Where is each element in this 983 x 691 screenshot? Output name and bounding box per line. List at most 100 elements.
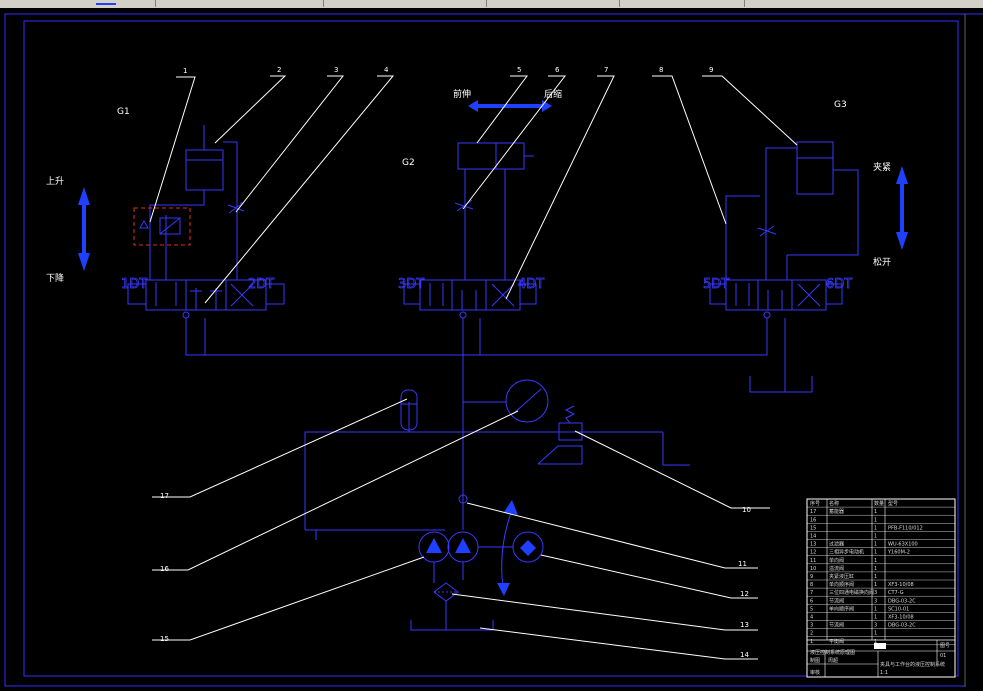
title-block-cell: 1 bbox=[874, 509, 877, 515]
pump-station bbox=[304, 379, 690, 631]
label-up: 上升 bbox=[46, 176, 64, 187]
title-block-cell: 7 bbox=[810, 590, 813, 596]
callout-6: 6 bbox=[555, 66, 560, 74]
label-release: 松开 bbox=[873, 256, 891, 268]
title-block-cell: 1 bbox=[874, 550, 877, 556]
label-1dt: 1DT bbox=[121, 277, 147, 292]
label-5dt: 5DT bbox=[703, 277, 729, 292]
label-6dt: 6DT bbox=[826, 277, 852, 292]
title-block-sign-1: 制图 bbox=[810, 657, 820, 664]
title-block-cell: 10 bbox=[810, 566, 816, 572]
title-block-cell: 13 bbox=[810, 542, 816, 548]
title-block-header-cell: 型号 bbox=[888, 500, 898, 507]
title-block-cell: 单向顺序阀 bbox=[829, 581, 854, 588]
title-block-header-cell: 序号 bbox=[810, 500, 820, 507]
g3-cylinder bbox=[796, 141, 834, 195]
label-g3: G3 bbox=[834, 100, 847, 110]
title-block-cell: 15 bbox=[810, 525, 816, 531]
title-block-cell: 8 bbox=[810, 582, 813, 588]
title-block-cell: 3 bbox=[874, 590, 877, 596]
title-block-cell: 1 bbox=[874, 517, 877, 523]
callout-17: 17 bbox=[160, 492, 169, 500]
callout-15: 15 bbox=[160, 635, 169, 643]
title-block-cell: 1 bbox=[810, 639, 813, 645]
callout-5: 5 bbox=[517, 66, 521, 74]
label-down: 下降 bbox=[46, 272, 64, 284]
title-block-cell: 2 bbox=[810, 631, 813, 637]
title-block-cell: XF3-10/08 bbox=[888, 615, 914, 621]
title-block-sign-2: 审核 bbox=[810, 669, 820, 676]
callout-3: 3 bbox=[334, 66, 338, 74]
callout-leaders bbox=[149, 75, 798, 660]
title-block-cell: PFB-F110/012 bbox=[888, 525, 923, 531]
title-block-designer: 周超 bbox=[828, 657, 838, 664]
title-block-cell: XF3-10/08 bbox=[888, 582, 914, 588]
callout-7: 7 bbox=[604, 66, 608, 74]
callout-11: 11 bbox=[738, 560, 747, 568]
title-block-cell: 蓄能器 bbox=[829, 508, 844, 515]
title-block-sheet-value: 01 bbox=[940, 653, 946, 659]
g3-directional-valve bbox=[725, 279, 827, 311]
label-3dt: 3DT bbox=[398, 277, 424, 292]
g1-balance-valve-box bbox=[133, 207, 191, 246]
title-block-header-cell: 名称 bbox=[829, 500, 839, 507]
title-block-cell: 16 bbox=[810, 517, 816, 523]
callout-10: 10 bbox=[742, 506, 751, 514]
title-block-sheet-label: 图号 bbox=[940, 643, 950, 649]
g2-cylinder bbox=[457, 142, 525, 170]
title-block-cell: 1 bbox=[874, 631, 877, 637]
callout-16: 16 bbox=[160, 565, 169, 573]
title-block-cell: SC10-01 bbox=[888, 606, 909, 612]
title-block-cell: 3 bbox=[874, 598, 877, 604]
cad-drawing-canvas[interactable]: 1 2 3 4 5 6 7 8 9 10 11 12 13 14 15 16 1… bbox=[0, 8, 983, 687]
callout-13: 13 bbox=[740, 621, 749, 629]
callout-8: 8 bbox=[659, 66, 663, 74]
title-block-cell: 过滤器 bbox=[829, 541, 844, 548]
callout-12: 12 bbox=[740, 590, 749, 598]
title-block-cell: 1 bbox=[874, 566, 877, 572]
title-block-cell: 单向顺序阀 bbox=[829, 605, 854, 612]
title-block-project: 夹具与工作台的液压控制系统 bbox=[880, 661, 945, 668]
title-block-cell: 单向阀 bbox=[829, 557, 844, 564]
callout-2: 2 bbox=[277, 66, 281, 74]
title-block-cell: 17 bbox=[810, 509, 816, 515]
title-block-cell: 节流阀 bbox=[829, 597, 844, 604]
label-g2: G2 bbox=[402, 158, 415, 168]
title-block-cell: 三相异步电动机 bbox=[829, 549, 864, 556]
toolbar-segment[interactable] bbox=[158, 0, 324, 7]
title-block-cell: 1 bbox=[874, 606, 877, 612]
title-block-cell: 1 bbox=[874, 558, 877, 564]
title-block-cell: 1 bbox=[874, 542, 877, 548]
label-clamp: 夹紧 bbox=[873, 161, 891, 173]
title-block: 序号 名称 数量 型号17 蓄能器 116 115 1 PFB-F110/01214 113 过滤器… bbox=[806, 498, 956, 678]
title-block-cell: 1 bbox=[874, 615, 877, 621]
title-block-cell: 1 bbox=[874, 582, 877, 588]
title-block-cell: DBG-03-2C bbox=[888, 623, 916, 629]
toolbar-segment[interactable] bbox=[489, 0, 620, 7]
title-block-cell: 1 bbox=[874, 525, 877, 531]
title-block-drawing-name: 液压控制系统原理图 bbox=[810, 649, 855, 656]
callout-9: 9 bbox=[709, 66, 713, 74]
title-block-cell: 11 bbox=[810, 558, 816, 564]
title-block-cell: 1 bbox=[874, 534, 877, 540]
title-block-scale: 1:1 bbox=[880, 670, 888, 676]
window-toolbar-strip bbox=[0, 0, 983, 8]
callout-1: 1 bbox=[183, 67, 187, 75]
toolbar-segment[interactable] bbox=[0, 0, 156, 7]
title-block-cell: 平衡阀 bbox=[829, 638, 844, 645]
title-block-cell: 夹紧液压缸 bbox=[829, 573, 854, 580]
title-block-cell: 9 bbox=[810, 574, 813, 580]
title-block-cell: 6 bbox=[810, 598, 813, 604]
toolbar-segment[interactable] bbox=[622, 0, 745, 7]
title-block-cell: 溢流阀 bbox=[829, 565, 844, 572]
title-block-cell: 4 bbox=[810, 615, 813, 621]
title-block-cell: 5 bbox=[810, 606, 813, 612]
title-block-cell: 3 bbox=[810, 623, 813, 629]
title-block-cell: CT7-G bbox=[888, 590, 904, 596]
toolbar-segment[interactable] bbox=[326, 0, 487, 7]
callout-14: 14 bbox=[740, 651, 749, 659]
g1-cylinder bbox=[185, 149, 224, 191]
label-back: 后缩 bbox=[544, 88, 562, 100]
label-4dt: 4DT bbox=[518, 277, 544, 292]
title-block-cell: Y160M-2 bbox=[887, 550, 910, 556]
